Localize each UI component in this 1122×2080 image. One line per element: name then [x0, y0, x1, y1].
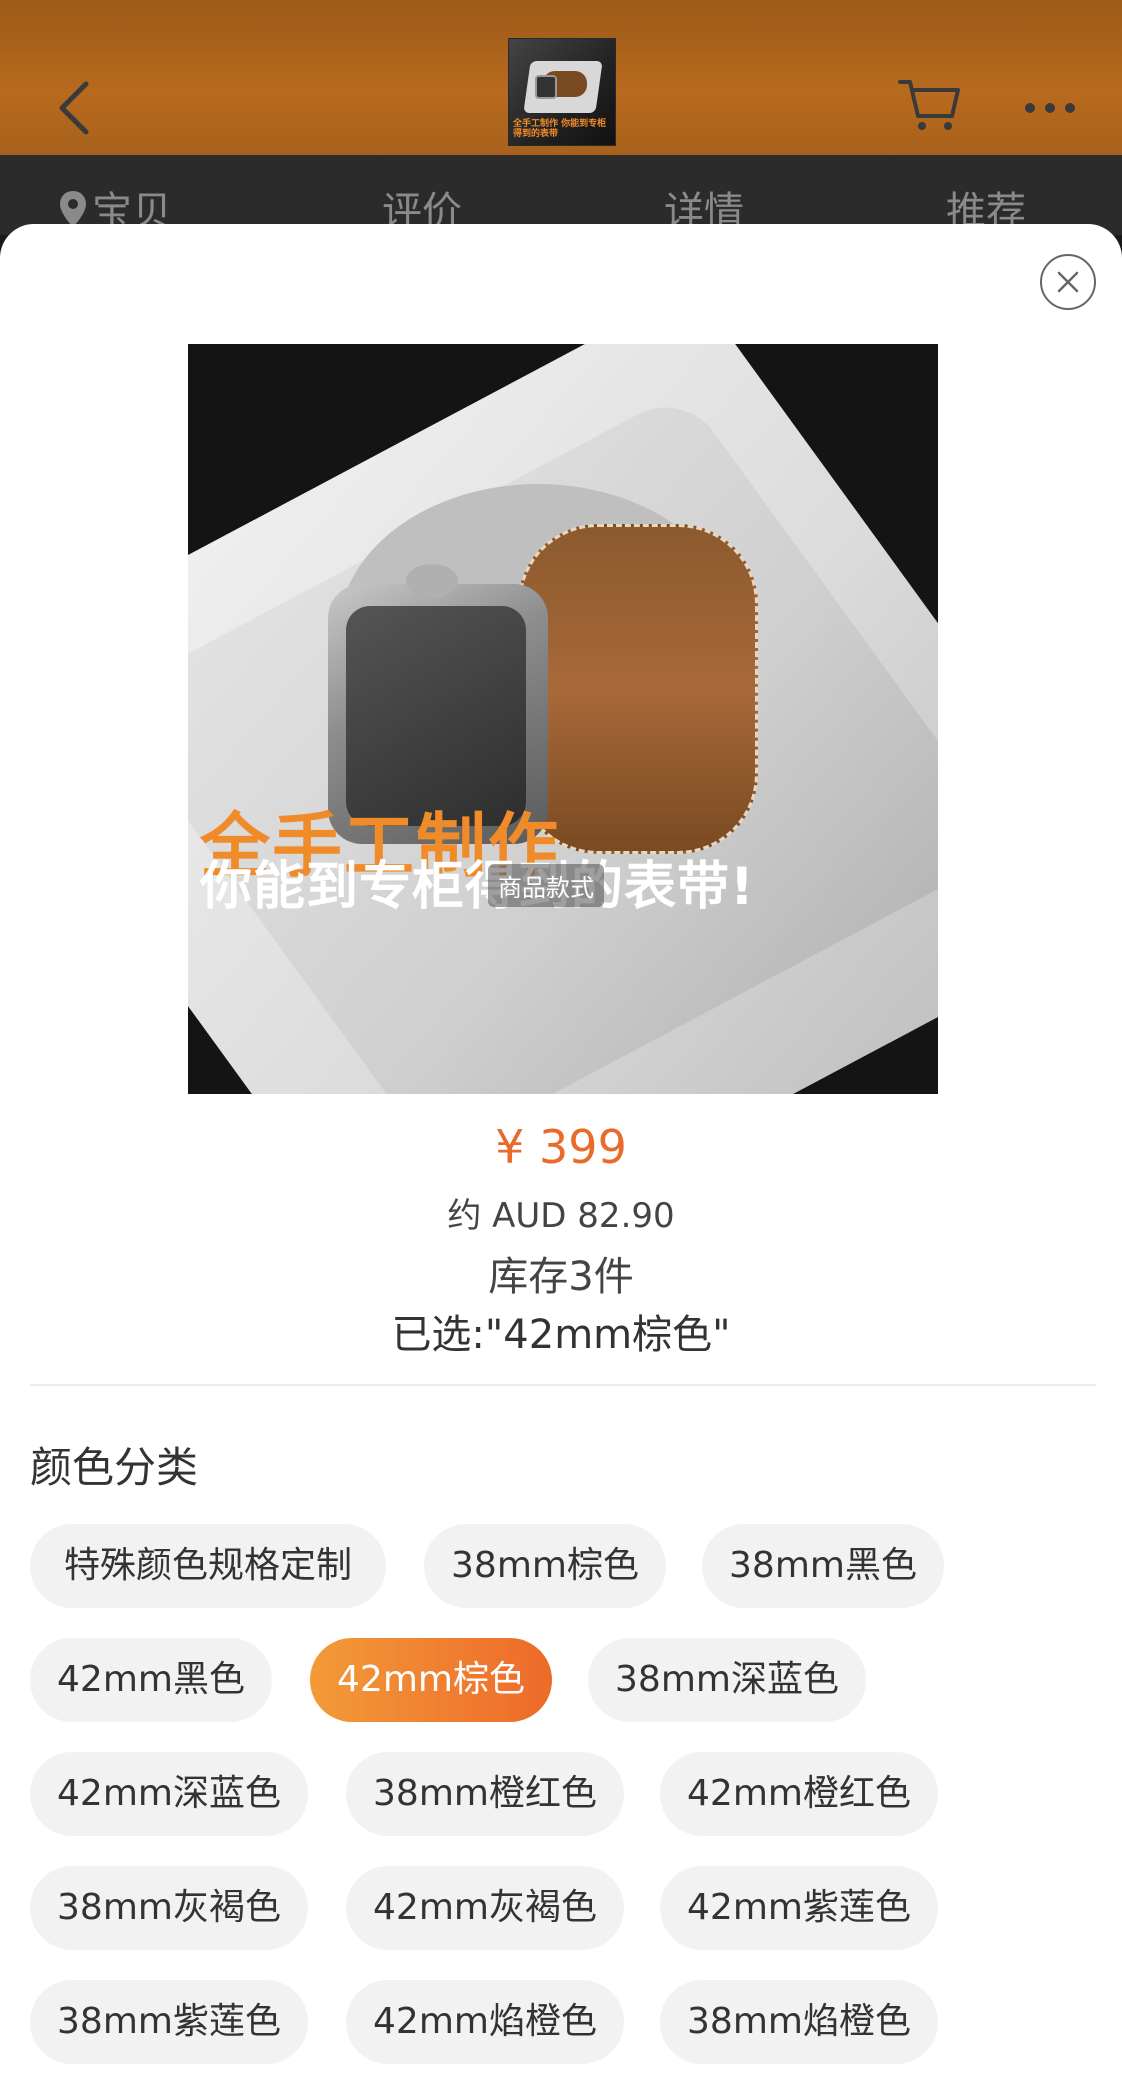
image-badge: 商品款式	[488, 864, 604, 907]
location-pin-icon	[60, 191, 86, 227]
option-chip[interactable]: 38mm橙红色	[346, 1752, 624, 1836]
approx-price: 约 AUD 82.90	[447, 1196, 675, 1236]
thumbnail-caption: 全手工制作 你能到专柜得到的表带	[513, 119, 607, 139]
cart-icon[interactable]	[898, 78, 962, 134]
price: ¥ 399	[495, 1120, 627, 1174]
back-icon[interactable]	[54, 78, 98, 138]
image-slogan: 你能到专柜得到的表带!	[200, 857, 755, 917]
option-chip[interactable]: 38mm棕色	[424, 1524, 666, 1608]
section-title: 颜色分类	[30, 1443, 199, 1492]
top-nav-bar: 全手工制作 你能到专柜得到的表带	[0, 0, 1122, 155]
option-chip[interactable]: 42mm灰褐色	[346, 1866, 624, 1950]
stock-count: 库存3件	[488, 1254, 634, 1300]
option-chip[interactable]: 42mm焰橙色	[346, 1980, 624, 2064]
option-chip[interactable]: 42mm深蓝色	[30, 1752, 308, 1836]
product-image[interactable]: 全手工制作 你能到专柜得到的表带! 商品款式	[188, 344, 938, 1094]
option-chip[interactable]: 42mm橙红色	[660, 1752, 938, 1836]
option-chip[interactable]: 42mm黑色	[30, 1638, 272, 1722]
option-chip[interactable]: 38mm灰褐色	[30, 1866, 308, 1950]
option-chip-selected[interactable]: 42mm棕色	[310, 1638, 552, 1722]
divider	[30, 1384, 1096, 1386]
option-chip[interactable]: 38mm焰橙色	[660, 1980, 938, 2064]
option-chip[interactable]: 38mm黑色	[702, 1524, 944, 1608]
close-icon[interactable]	[1040, 254, 1096, 310]
option-chip[interactable]: 38mm深蓝色	[588, 1638, 866, 1722]
option-chip[interactable]: 38mm紫莲色	[30, 1980, 308, 2064]
option-chip[interactable]: 42mm紫莲色	[660, 1866, 938, 1950]
more-icon[interactable]	[1022, 100, 1078, 114]
selected-option: 已选:"42mm棕色"	[391, 1312, 731, 1358]
detail-tabs: 宝贝 评价 详情 推荐	[0, 155, 1122, 235]
option-chip[interactable]: 特殊颜色规格定制	[30, 1524, 386, 1608]
product-thumbnail[interactable]: 全手工制作 你能到专柜得到的表带	[508, 38, 616, 146]
